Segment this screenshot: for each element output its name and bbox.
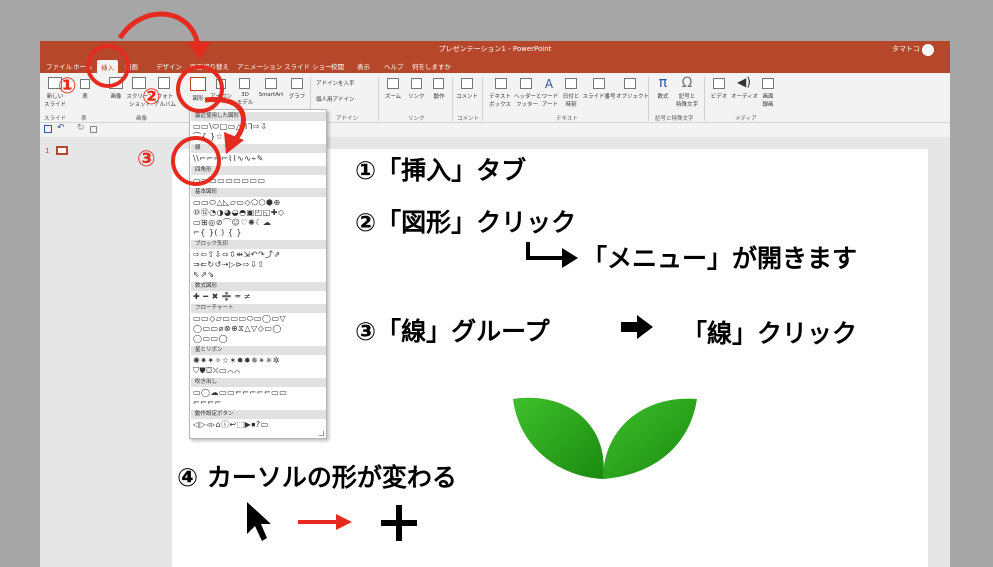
cursor-arrow-icon [247,502,271,541]
step3-text: ③「線」グループ [355,317,550,346]
leaf-shape[interactable] [505,393,705,488]
right-arrow-icon [621,315,653,339]
hook-arrow-icon [526,242,578,268]
annotation-curved-arrows [117,11,246,154]
step2-text: ②「図形」クリック [355,208,577,237]
crosshair-cursor-icon [381,505,417,541]
step3b-text: 「線」クリック [682,319,858,348]
red-arrow-icon [298,514,352,530]
step4-text: ④ カーソルの形が変わる [177,463,457,492]
step2b-text: 「メニュー」が開きます [582,244,858,273]
step1-text: ①「挿入」タブ [355,156,527,185]
